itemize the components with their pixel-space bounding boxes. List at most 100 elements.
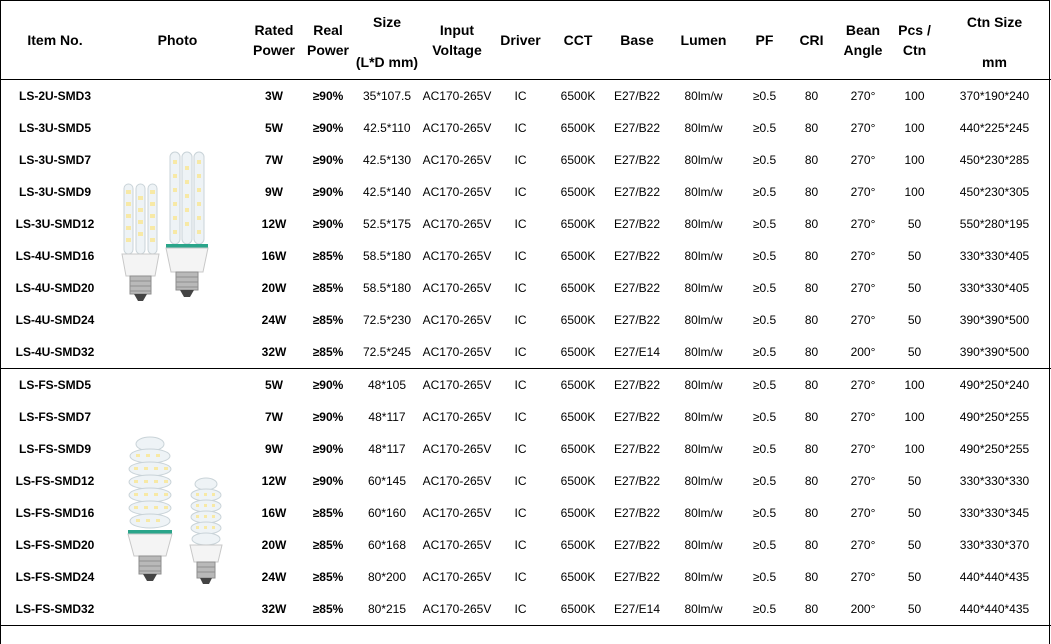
item-no-cell: LS-FS-SMD24 (15, 570, 95, 584)
driver-cell: IC (514, 313, 527, 327)
input-voltage-cell: AC170-265V (422, 217, 492, 231)
beam-angle-cell: 270° (850, 89, 876, 103)
photo-cell (110, 368, 245, 401)
ctn-size-cell: 330*330*370 (959, 538, 1030, 552)
table-row: LS-FS-SMD7 7W ≥90% 48*117 AC170-265V IC 6500K E… (0, 401, 1051, 433)
rated-power-cell: 24W (261, 313, 287, 327)
item-no-cell: LS-FS-SMD16 (15, 506, 95, 520)
lumen-cell: 80lm/w (684, 121, 723, 135)
input-voltage-cell: AC170-265V (422, 570, 492, 584)
pf-cell: ≥0.5 (752, 538, 777, 552)
size-cell: 72.5*230 (362, 313, 412, 327)
pcs-ctn-cell: 100 (904, 121, 925, 135)
rated-power-cell: 9W (265, 442, 283, 456)
cct-cell: 6500K (560, 570, 596, 584)
real-power-cell: ≥90% (312, 474, 344, 488)
ctn-size-cell: 490*250*240 (938, 368, 1051, 401)
header-cct: CCT (548, 0, 608, 80)
real-power-cell: ≥90% (312, 442, 344, 456)
pcs-ctn-cell: 50 (891, 593, 938, 626)
ctn-size-cell: 440*440*435 (959, 570, 1030, 584)
driver-cell: IC (514, 185, 527, 199)
lumen-cell: 80lm/w (684, 313, 723, 327)
lumen-cell: 80lm/w (684, 89, 723, 103)
item-no-cell: LS-FS-SMD9 (19, 442, 91, 456)
photo-cell (110, 593, 245, 626)
input-voltage-cell: AC170-265V (421, 593, 493, 626)
ctn-size-cell: 330*330*330 (959, 474, 1030, 488)
pcs-ctn-cell: 50 (907, 249, 922, 263)
item-no-cell: LS-FS-SMD7 (19, 410, 91, 424)
beam-angle-cell: 200° (850, 345, 876, 359)
cri-cell: 80 (804, 570, 819, 584)
base-cell: E27/B22 (613, 474, 661, 488)
base-cell: E27/E14 (608, 593, 666, 626)
driver-cell: IC (514, 506, 527, 520)
pcs-ctn-cell: 50 (907, 570, 922, 584)
header-ctn-size: Ctn Size mm (938, 0, 1051, 80)
pf-cell: ≥0.5 (752, 570, 777, 584)
rated-power-cell: 32W (261, 345, 287, 359)
beam-angle-cell: 270° (850, 474, 876, 488)
driver-cell: IC (514, 249, 527, 263)
pf-cell: ≥0.5 (752, 345, 777, 359)
beam-angle-cell: 270° (850, 313, 876, 327)
header-cri: CRI (788, 0, 835, 80)
driver-cell: IC (493, 593, 548, 626)
rated-power-cell: 3W (265, 89, 283, 103)
lumen-cell: 80lm/w (684, 281, 723, 295)
input-voltage-cell: AC170-265V (421, 368, 493, 401)
real-power-cell: ≥85% (303, 593, 353, 626)
size-cell: 48*117 (368, 442, 406, 456)
ctn-size-cell: 550*280*195 (959, 217, 1030, 231)
base-cell: E27/B22 (613, 570, 661, 584)
pcs-ctn-cell: 100 (904, 442, 925, 456)
table-border-right (1049, 0, 1050, 644)
rated-power-cell: 7W (265, 410, 283, 424)
cct-cell: 6500K (560, 185, 596, 199)
pf-cell: ≥0.5 (752, 153, 777, 167)
photo-cell (110, 401, 245, 433)
input-voltage-cell: AC170-265V (422, 345, 492, 359)
lumen-cell: 80lm/w (684, 153, 723, 167)
pf-cell: ≥0.5 (752, 410, 777, 424)
rated-power-cell: 32W (245, 593, 303, 626)
pcs-ctn-cell: 50 (907, 474, 922, 488)
pf-cell: ≥0.5 (752, 89, 777, 103)
table-row: LS-3U-SMD5 5W ≥90% 42.5*110 AC170-265V IC 6500… (0, 112, 1051, 144)
ctn-size-cell: 390*390*500 (959, 313, 1030, 327)
item-no-cell: LS-FS-SMD5 (0, 368, 110, 401)
real-power-cell: ≥85% (312, 506, 344, 520)
lumen-cell: 80lm/w (684, 506, 723, 520)
cct-cell: 6500K (560, 217, 596, 231)
item-no-cell: LS-3U-SMD9 (18, 185, 91, 199)
driver-cell: IC (514, 153, 527, 167)
real-power-cell: ≥85% (312, 313, 344, 327)
lumen-cell: 80lm/w (684, 345, 723, 359)
cri-cell: 80 (804, 249, 819, 263)
beam-angle-cell: 270° (850, 538, 876, 552)
input-voltage-cell: AC170-265V (422, 442, 492, 456)
real-power-cell: ≥90% (303, 368, 353, 401)
table-row: LS-FS-SMD5 5W ≥90% 48*105 AC170-265V IC 6500K E… (0, 368, 1051, 401)
size-cell: 80*200 (367, 570, 407, 584)
real-power-cell: ≥85% (312, 570, 344, 584)
header-beam-angle: Bean Angle (835, 0, 891, 80)
ctn-size-cell: 440*225*245 (959, 121, 1030, 135)
pcs-ctn-cell: 100 (904, 410, 925, 424)
table-row: LS-FS-SMD32 32W ≥85% 80*215 AC170-265V IC 6500… (0, 593, 1051, 626)
lumen-cell: 80lm/w (684, 570, 723, 584)
rated-power-cell: 12W (261, 474, 287, 488)
item-no-cell: LS-4U-SMD32 (15, 345, 95, 359)
size-cell: 42.5*140 (362, 185, 412, 199)
pcs-ctn-cell: 100 (904, 89, 925, 103)
rated-power-cell: 20W (261, 281, 287, 295)
base-cell: E27/B22 (613, 313, 661, 327)
rated-power-cell: 5W (265, 121, 283, 135)
base-cell: E27/B22 (613, 281, 661, 295)
lumen-cell: 80lm/w (684, 474, 723, 488)
input-voltage-cell: AC170-265V (422, 249, 492, 263)
item-no-cell: LS-2U-SMD3 (18, 89, 91, 103)
photo-cell (110, 336, 245, 369)
driver-cell: IC (514, 89, 527, 103)
